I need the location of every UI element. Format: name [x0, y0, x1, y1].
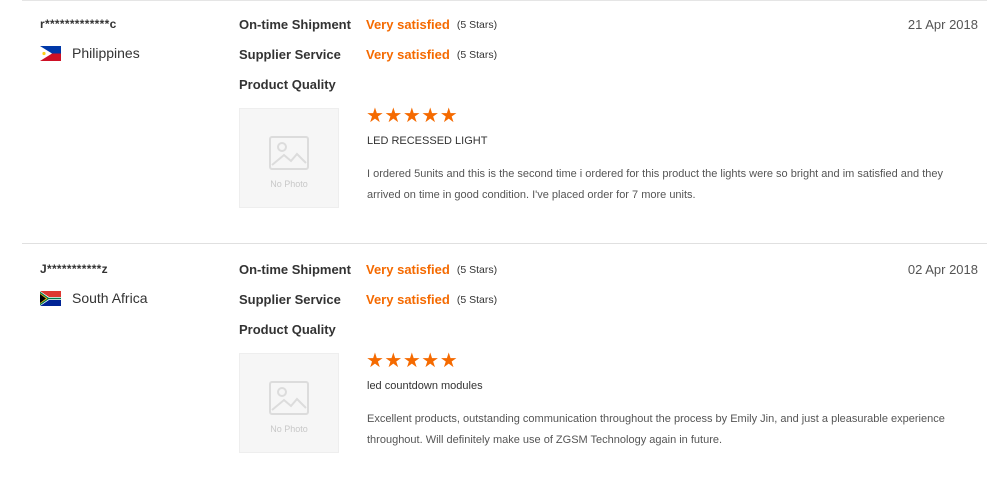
country-name: Philippines [72, 45, 140, 61]
shipment-value: Very satisfied [366, 262, 450, 277]
review-comment: I ordered 5units and this is the second … [367, 168, 943, 201]
quality-rating: Product Quality [239, 322, 497, 352]
quality-star-rating: ★★★★★ [366, 105, 459, 127]
service-rating: Supplier Service Very satisfied (5 Stars… [239, 292, 497, 322]
no-photo-label: No Photo [270, 179, 308, 189]
service-value: Very satisfied [366, 292, 450, 307]
no-photo-label: No Photo [270, 424, 308, 434]
shipment-stars: (5 Stars) [456, 264, 498, 276]
quality-label: Product Quality [239, 77, 336, 92]
review-date: 21 Apr 2018 [907, 17, 978, 32]
ratings-block: On-time Shipment Very satisfied (5 Stars… [239, 17, 497, 107]
buyer-country: South Africa [40, 289, 148, 307]
shipment-stars: (5 Stars) [456, 19, 498, 31]
product-photo-placeholder: No Photo [239, 353, 339, 453]
image-placeholder-icon [269, 136, 309, 170]
service-rating: Supplier Service Very satisfied (5 Stars… [239, 47, 497, 77]
buyer-name: r*************c [40, 17, 117, 31]
philippines-flag-icon [40, 45, 61, 61]
shipment-rating: On-time Shipment Very satisfied (5 Stars… [239, 262, 497, 292]
product-name: LED RECESSED LIGHT [367, 135, 488, 147]
product-photo-placeholder: No Photo [239, 108, 339, 208]
service-stars: (5 Stars) [456, 294, 498, 306]
review-item: J***********z South Africa On-time Shipm… [0, 255, 1000, 470]
image-placeholder-icon [269, 381, 309, 415]
quality-label: Product Quality [239, 322, 336, 337]
shipment-rating: On-time Shipment Very satisfied (5 Stars… [239, 17, 497, 47]
service-label: Supplier Service [239, 47, 341, 62]
ratings-block: On-time Shipment Very satisfied (5 Stars… [239, 262, 497, 352]
country-name: South Africa [72, 290, 148, 306]
review-comment: Excellent products, outstanding communic… [367, 413, 945, 446]
buyer-country: Philippines [40, 44, 140, 62]
buyer-name: J***********z [40, 262, 108, 276]
south-africa-flag-icon [40, 290, 61, 306]
quality-star-rating: ★★★★★ [366, 350, 459, 372]
product-name: led countdown modules [367, 380, 483, 392]
service-stars: (5 Stars) [456, 49, 498, 61]
quality-rating: Product Quality [239, 77, 497, 107]
review-divider [22, 243, 987, 244]
service-value: Very satisfied [366, 47, 450, 62]
review-date: 02 Apr 2018 [907, 262, 978, 277]
shipment-value: Very satisfied [366, 17, 450, 32]
review-item: r*************c Philippines On-time Ship… [0, 10, 1000, 242]
service-label: Supplier Service [239, 292, 341, 307]
shipment-label: On-time Shipment [239, 17, 351, 32]
shipment-label: On-time Shipment [239, 262, 351, 277]
top-divider [22, 0, 987, 1]
